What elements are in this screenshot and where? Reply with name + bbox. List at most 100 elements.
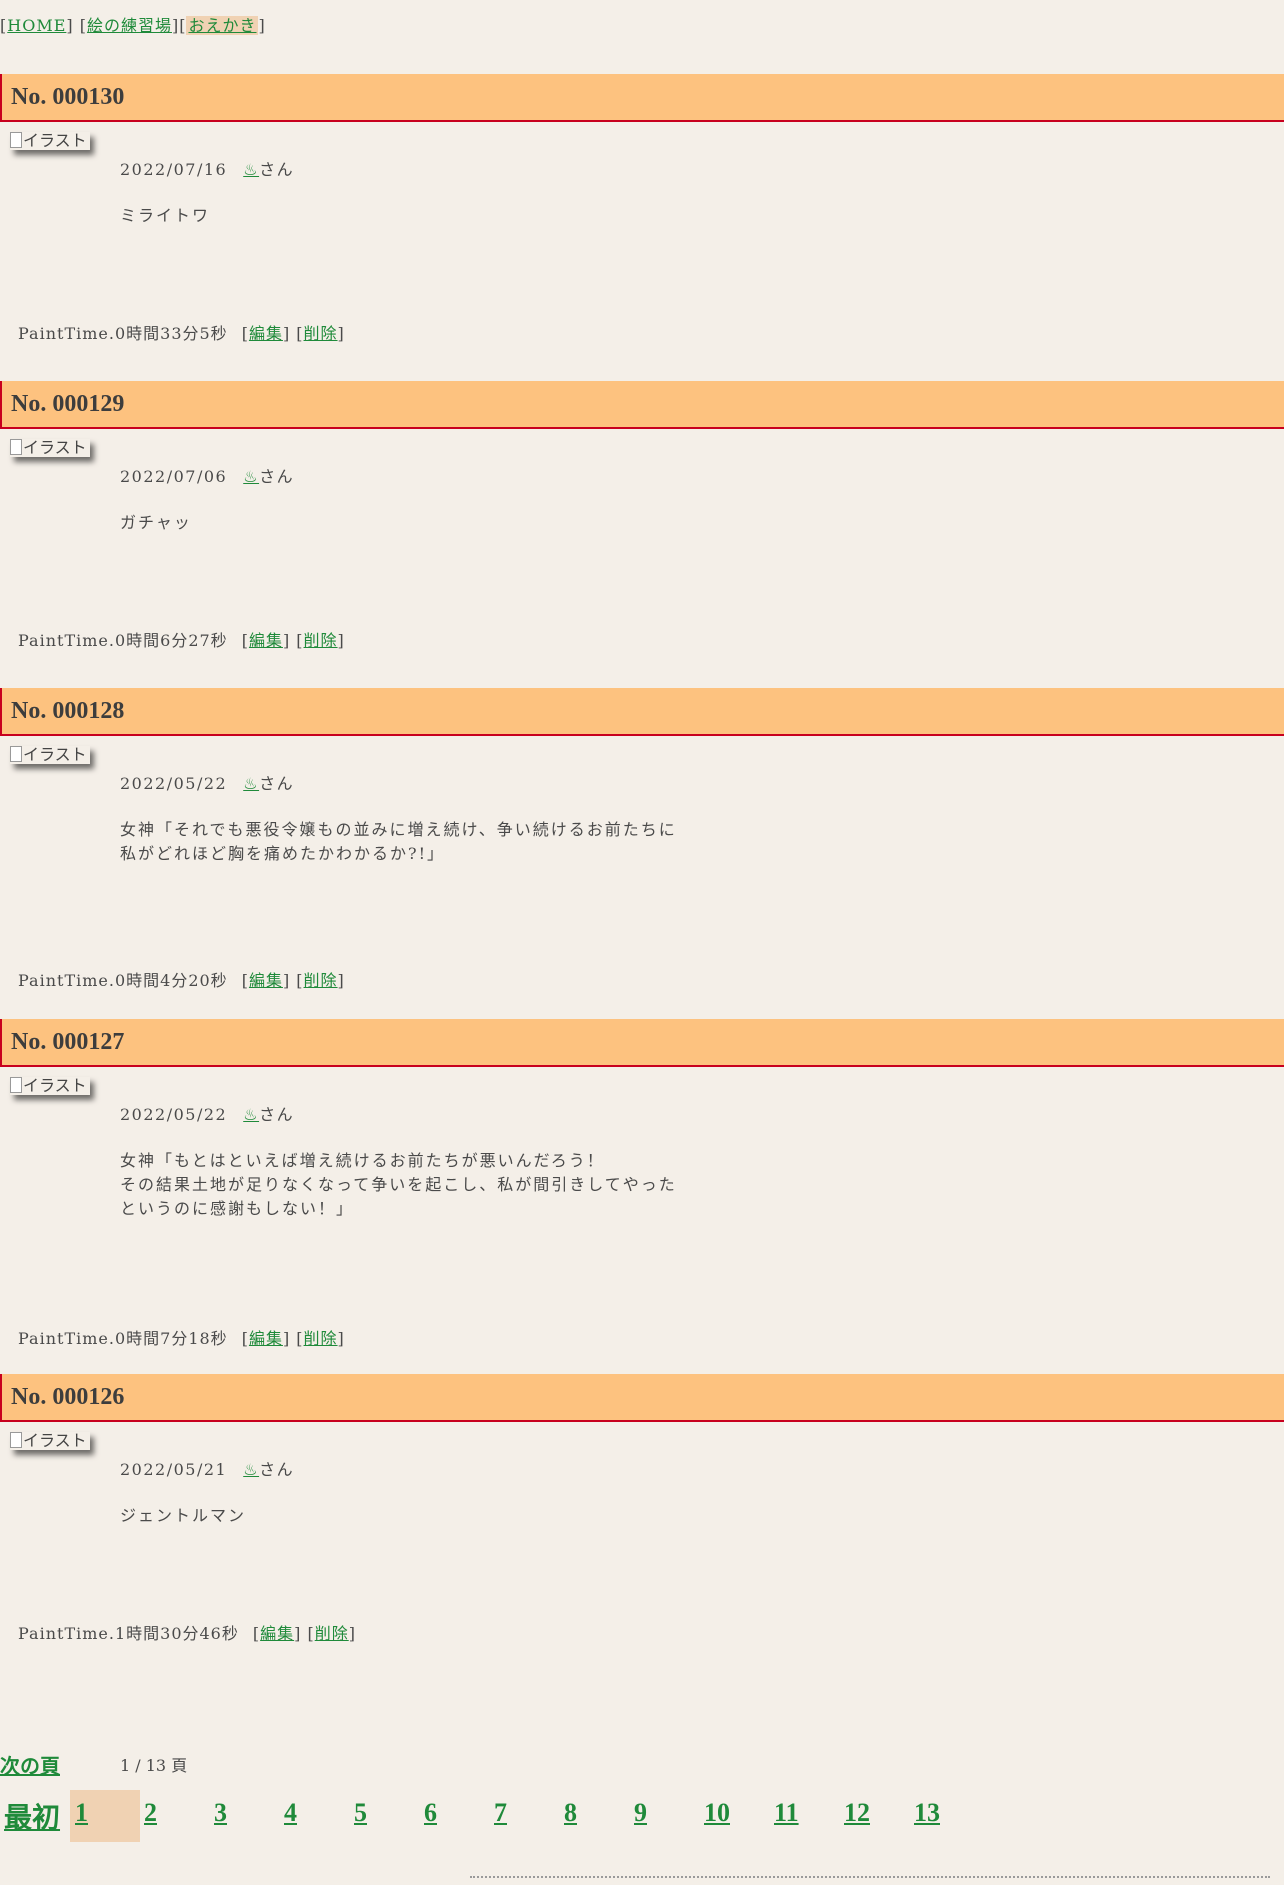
post-number: No. 000128 bbox=[0, 688, 1284, 736]
illustration-image[interactable]: イラスト bbox=[10, 1432, 90, 1450]
user-suffix: さん bbox=[259, 1460, 295, 1479]
comment-line: その結果土地が足りなくなって争いを起こし、私が間引きしてやった bbox=[120, 1175, 677, 1194]
broken-image-icon bbox=[10, 1077, 22, 1093]
broken-image-icon bbox=[10, 746, 22, 762]
page-link-9[interactable]: 9 bbox=[634, 1798, 647, 1828]
post-number: No. 000127 bbox=[0, 1019, 1284, 1067]
post-comment: ガチャッ bbox=[120, 511, 192, 535]
page-link-6[interactable]: 6 bbox=[424, 1798, 437, 1828]
page-link-8[interactable]: 8 bbox=[564, 1798, 577, 1828]
oekaki-link[interactable]: おえかき bbox=[186, 16, 259, 35]
post-meta: 2022/05/22 ♨さん bbox=[120, 770, 294, 794]
image-alt-text: イラスト bbox=[23, 131, 87, 150]
edit-link[interactable]: 編集 bbox=[249, 324, 283, 343]
page-link-7[interactable]: 7 bbox=[494, 1798, 507, 1828]
page-count: 1 / 13 頁 bbox=[120, 1756, 188, 1775]
post-footer: PaintTime.0時間4分20秒 [編集] [削除] bbox=[18, 971, 345, 990]
page-link-13[interactable]: 13 bbox=[914, 1798, 940, 1828]
edit-link[interactable]: 編集 bbox=[249, 631, 283, 650]
image-alt-text: イラスト bbox=[23, 1431, 87, 1450]
image-alt-text: イラスト bbox=[23, 1076, 87, 1095]
post-comment: ミライトワ bbox=[120, 204, 210, 228]
image-alt-text: イラスト bbox=[23, 745, 87, 764]
post-date: 2022/05/22 bbox=[120, 1105, 228, 1124]
page-link-5[interactable]: 5 bbox=[354, 1798, 367, 1828]
edit-link[interactable]: 編集 bbox=[260, 1624, 294, 1643]
user-link[interactable]: ♨ bbox=[243, 1105, 259, 1124]
delete-link[interactable]: 削除 bbox=[304, 1329, 338, 1348]
post-footer: PaintTime.0時間33分5秒 [編集] [削除] bbox=[18, 324, 345, 343]
post-meta: 2022/07/16 ♨さん bbox=[120, 156, 294, 180]
comment-line: ミライトワ bbox=[120, 206, 211, 225]
delete-link[interactable]: 削除 bbox=[304, 324, 338, 343]
post-meta: 2022/07/06 ♨さん bbox=[120, 463, 294, 487]
home-link[interactable]: HOME bbox=[7, 16, 66, 35]
paint-time: PaintTime.1時間30分46秒 bbox=[18, 1624, 239, 1643]
post-meta: 2022/05/22 ♨さん bbox=[120, 1101, 294, 1125]
post-number: No. 000130 bbox=[0, 74, 1284, 122]
user-suffix: さん bbox=[259, 160, 295, 179]
post-comment: 女神「もとはといえば増え続けるお前たちが悪いんだろう！ その結果土地が足りなくなっ… bbox=[120, 1149, 677, 1221]
comment-line: というのに感謝もしない！」 bbox=[120, 1199, 355, 1218]
user-suffix: さん bbox=[259, 1105, 295, 1124]
page-link-2[interactable]: 2 bbox=[144, 1798, 157, 1828]
paint-time: PaintTime.0時間4分20秒 bbox=[18, 971, 228, 990]
first-page-link[interactable]: 最初 bbox=[4, 1796, 60, 1836]
illustration-image[interactable]: イラスト bbox=[10, 746, 90, 764]
top-navigation: [HOME] [絵の練習場][おえかき] bbox=[0, 16, 266, 35]
post-entry: No. 000126 イラスト 2022/05/21 ♨さんジェントルマン PaintT… bbox=[0, 1374, 1284, 1643]
page-link-1[interactable]: 1 bbox=[70, 1790, 140, 1842]
post-entry: No. 000129 イラスト 2022/07/06 ♨さんガチャッ PaintTime… bbox=[0, 381, 1284, 650]
illustration-image[interactable]: イラスト bbox=[10, 132, 90, 150]
next-page-link[interactable]: 次の頁 bbox=[0, 1750, 60, 1779]
page-link-11[interactable]: 11 bbox=[774, 1798, 799, 1828]
broken-image-icon bbox=[10, 1432, 22, 1448]
page-link-12[interactable]: 12 bbox=[844, 1798, 870, 1828]
page-link-3[interactable]: 3 bbox=[214, 1798, 227, 1828]
paint-time: PaintTime.0時間6分27秒 bbox=[18, 631, 228, 650]
paint-time: PaintTime.0時間7分18秒 bbox=[18, 1329, 228, 1348]
user-suffix: さん bbox=[259, 467, 295, 486]
post-meta: 2022/05/21 ♨さん bbox=[120, 1456, 294, 1480]
comment-line: 女神「もとはといえば増え続けるお前たちが悪いんだろう！ bbox=[120, 1151, 605, 1170]
delete-link[interactable]: 削除 bbox=[315, 1624, 349, 1643]
post-entry: No. 000130 イラスト 2022/07/16 ♨さんミライトワ PaintTim… bbox=[0, 74, 1284, 343]
comment-line: 女神「それでも悪役令嬢もの並みに増え続け、争い続けるお前たちに bbox=[120, 820, 677, 839]
post-comment: 女神「それでも悪役令嬢もの並みに増え続け、争い続けるお前たちに 私がどれほど胸を痛… bbox=[120, 818, 677, 866]
user-link[interactable]: ♨ bbox=[243, 774, 259, 793]
comment-line: 私がどれほど胸を痛めたかわかるか?!」 bbox=[120, 844, 446, 863]
pagination: 最初 1 2 3 4 5 6 7 8 9 10 11 12 13 bbox=[0, 1790, 1000, 1842]
image-alt-text: イラスト bbox=[23, 438, 87, 457]
post-comment: ジェントルマン bbox=[120, 1504, 246, 1528]
paint-time: PaintTime.0時間33分5秒 bbox=[18, 324, 228, 343]
user-link[interactable]: ♨ bbox=[243, 160, 259, 179]
post-date: 2022/07/06 bbox=[120, 467, 228, 486]
post-date: 2022/05/22 bbox=[120, 774, 228, 793]
broken-image-icon bbox=[10, 132, 22, 148]
delete-link[interactable]: 削除 bbox=[304, 971, 338, 990]
user-link[interactable]: ♨ bbox=[243, 1460, 259, 1479]
post-footer: PaintTime.0時間7分18秒 [編集] [削除] bbox=[18, 1329, 345, 1348]
page-link-4[interactable]: 4 bbox=[284, 1798, 297, 1828]
post-footer: PaintTime.1時間30分46秒 [編集] [削除] bbox=[18, 1624, 356, 1643]
post-number: No. 000129 bbox=[0, 381, 1284, 429]
practice-link[interactable]: 絵の練習場 bbox=[87, 16, 172, 35]
post-date: 2022/05/21 bbox=[120, 1460, 228, 1479]
broken-image-icon bbox=[10, 439, 22, 455]
footer-divider bbox=[470, 1876, 1270, 1884]
edit-link[interactable]: 編集 bbox=[249, 971, 283, 990]
delete-link[interactable]: 削除 bbox=[304, 631, 338, 650]
post-entry: No. 000127 イラスト 2022/05/22 ♨さん女神「もとはといえば増え続… bbox=[0, 1019, 1284, 1348]
comment-line: ジェントルマン bbox=[120, 1506, 247, 1525]
user-link[interactable]: ♨ bbox=[243, 467, 259, 486]
user-suffix: さん bbox=[259, 774, 295, 793]
post-number: No. 000126 bbox=[0, 1374, 1284, 1422]
edit-link[interactable]: 編集 bbox=[249, 1329, 283, 1348]
post-entry: No. 000128 イラスト 2022/05/22 ♨さん女神「それでも悪役令嬢もの… bbox=[0, 688, 1284, 990]
illustration-image[interactable]: イラスト bbox=[10, 1077, 90, 1095]
page-link-10[interactable]: 10 bbox=[704, 1798, 730, 1828]
comment-line: ガチャッ bbox=[120, 513, 192, 532]
post-footer: PaintTime.0時間6分27秒 [編集] [削除] bbox=[18, 631, 345, 650]
illustration-image[interactable]: イラスト bbox=[10, 439, 90, 457]
post-date: 2022/07/16 bbox=[120, 160, 228, 179]
